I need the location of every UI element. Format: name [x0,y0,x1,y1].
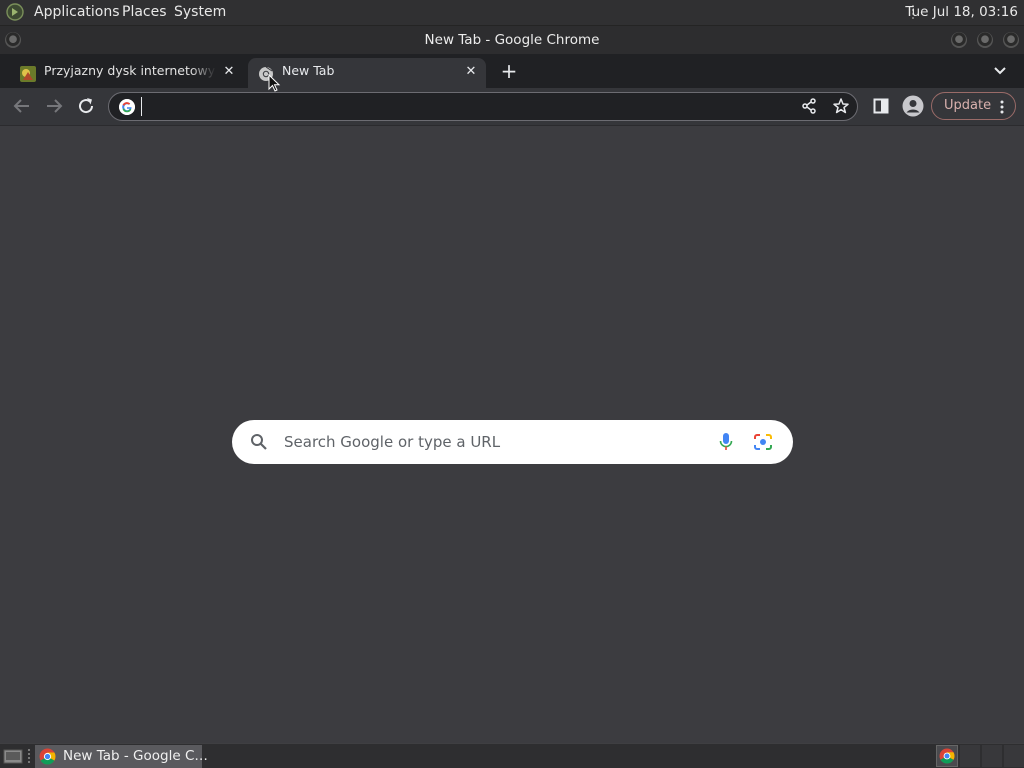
side-panel-icon[interactable] [871,96,891,116]
show-desktop-icon[interactable] [3,748,23,764]
workspace-4[interactable] [1004,745,1024,767]
tab-title: New Tab [282,63,335,78]
workspace-3[interactable] [982,745,1002,767]
back-arrow-icon[interactable] [12,96,32,116]
menu-places[interactable]: Places [122,0,167,25]
voice-search-mic-icon[interactable] [718,432,734,452]
search-icon [251,434,267,450]
forward-arrow-icon[interactable] [44,96,64,116]
close-tab-icon[interactable]: ✕ [464,65,478,79]
window-titlebar[interactable]: New Tab - Google Chrome [0,26,1024,54]
share-icon[interactable] [799,96,819,116]
taskbar-separator [28,749,30,763]
minimize-button[interactable] [951,32,967,48]
tab-new-tab[interactable]: New Tab ✕ [248,58,486,88]
reload-icon[interactable] [76,96,96,116]
tab-search-chevron-icon[interactable] [990,62,1010,80]
bookmark-star-icon[interactable] [831,96,851,116]
update-button[interactable]: Update [931,92,1016,120]
workspace-2[interactable] [960,745,980,767]
tab-title: Przyjazny dysk internetowy - C [44,63,216,78]
mouse-cursor-icon [268,74,281,92]
close-window-button[interactable] [1003,32,1019,48]
chrome-icon [39,748,56,765]
profile-avatar-icon[interactable] [902,95,924,117]
close-tab-icon[interactable]: ✕ [222,65,236,79]
chrome-icon [939,748,955,764]
google-search-box[interactable]: Search Google or type a URL [232,420,793,464]
distro-logo-icon[interactable] [6,3,24,21]
new-tab-button[interactable]: + [498,60,520,82]
bottom-taskbar: New Tab - Google C… [0,743,1024,768]
top-panel: Applications Places System Tue Jul 18, 0… [0,0,1024,26]
workspace-switcher[interactable] [936,745,958,767]
google-g-icon [119,99,135,115]
menu-applications[interactable]: Applications [34,0,120,25]
omnibox[interactable] [108,92,858,121]
taskbar-window-button[interactable]: New Tab - Google C… [35,745,208,768]
search-placeholder: Search Google or type a URL [284,433,501,451]
drive-site-favicon-icon [20,66,36,82]
google-lens-camera-icon[interactable] [753,433,773,451]
maximize-button[interactable] [977,32,993,48]
kebab-menu-icon[interactable] [998,99,1006,115]
menu-system[interactable]: System [174,0,226,25]
tab-przyjazny-dysk[interactable]: Przyjazny dysk internetowy - C ✕ [10,58,244,88]
panel-clock[interactable]: Tue Jul 18, 03:16 [905,0,1018,25]
taskbar-window-label: New Tab - Google C… [63,748,208,764]
update-label: Update [944,98,992,113]
window-title: New Tab - Google Chrome [424,32,600,48]
address-bar-input[interactable] [141,97,764,116]
